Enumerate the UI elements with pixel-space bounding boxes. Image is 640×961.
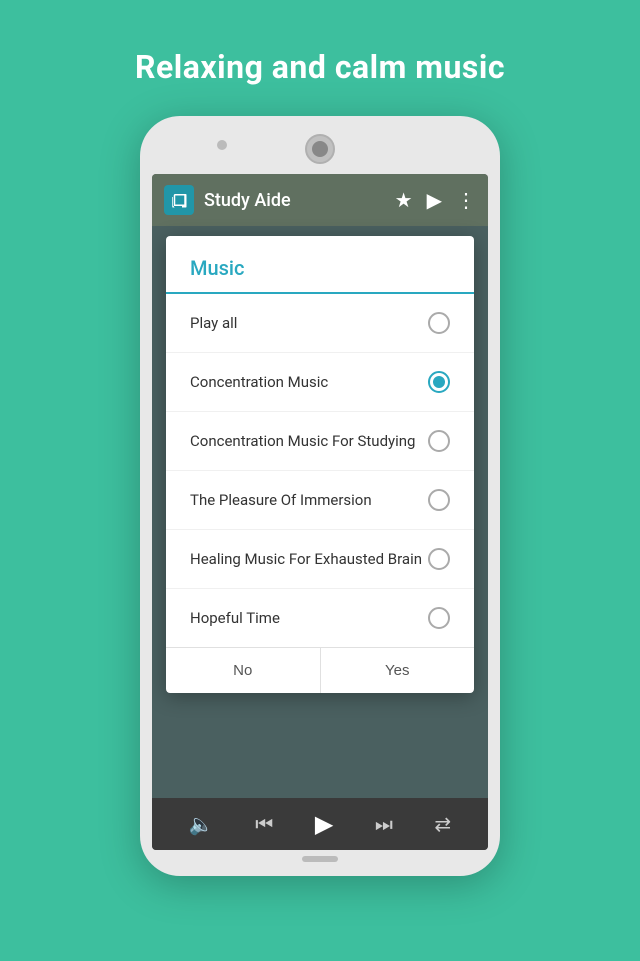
dialog-item[interactable]: Concentration Music xyxy=(166,353,474,412)
dialog-item[interactable]: Concentration Music For Studying xyxy=(166,412,474,471)
radio-button[interactable] xyxy=(428,312,450,334)
book-icon xyxy=(170,191,188,209)
phone-speaker xyxy=(217,140,227,150)
confirm-button[interactable]: Yes xyxy=(321,648,475,693)
shuffle-icon[interactable]: ⇄ xyxy=(434,812,451,836)
play-icon[interactable]: ▶ xyxy=(427,188,442,212)
music-dialog: Music Play all Concentration Music Concent… xyxy=(166,236,474,693)
app-bar-icons: ★ ▶ ⋮ xyxy=(395,188,476,212)
cancel-button[interactable]: No xyxy=(166,648,321,693)
app-title: Study Aide xyxy=(204,190,395,211)
dialog-item-label: The Pleasure Of Immersion xyxy=(190,491,428,509)
dialog-item[interactable]: Healing Music For Exhausted Brain xyxy=(166,530,474,589)
star-icon[interactable]: ★ xyxy=(395,188,413,212)
phone-bottom xyxy=(152,850,488,864)
dialog-item-label: Concentration Music For Studying xyxy=(190,432,428,450)
radio-button[interactable] xyxy=(428,548,450,570)
skip-forward-icon[interactable]: ⏭ xyxy=(375,812,393,836)
player-bar: 🔈 ⏮ ▶ ⏭ ⇄ xyxy=(152,798,488,850)
phone-top-bar xyxy=(152,128,488,174)
dialog-item-label: Play all xyxy=(190,314,428,332)
more-icon[interactable]: ⋮ xyxy=(456,188,476,212)
home-button[interactable] xyxy=(302,856,338,862)
screen-background: Music Play all Concentration Music Concent… xyxy=(152,226,488,798)
play-pause-icon[interactable]: ▶ xyxy=(315,810,333,838)
dialog-list[interactable]: Play all Concentration Music Concentration… xyxy=(166,294,474,647)
volume-icon[interactable]: 🔈 xyxy=(189,812,214,836)
radio-button[interactable] xyxy=(428,489,450,511)
skip-back-icon[interactable]: ⏮ xyxy=(255,812,273,836)
dialog-buttons: No Yes xyxy=(166,647,474,693)
app-logo xyxy=(164,185,194,215)
radio-button[interactable] xyxy=(428,607,450,629)
dialog-item[interactable]: Hopeful Time xyxy=(166,589,474,647)
app-bar: Study Aide ★ ▶ ⋮ xyxy=(152,174,488,226)
phone-shell: Study Aide ★ ▶ ⋮ Music Play all Concentra… xyxy=(140,116,500,876)
dialog-item-label: Concentration Music xyxy=(190,373,428,391)
page-headline: Relaxing and calm music xyxy=(135,48,505,86)
dialog-title: Music xyxy=(166,236,474,294)
phone-screen: Study Aide ★ ▶ ⋮ Music Play all Concentra… xyxy=(152,174,488,850)
dialog-item-label: Hopeful Time xyxy=(190,609,428,627)
dialog-item[interactable]: Play all xyxy=(166,294,474,353)
radio-button[interactable] xyxy=(428,430,450,452)
phone-camera-inner xyxy=(312,141,328,157)
radio-button[interactable] xyxy=(428,371,450,393)
dialog-item[interactable]: The Pleasure Of Immersion xyxy=(166,471,474,530)
phone-camera xyxy=(305,134,335,164)
dialog-item-label: Healing Music For Exhausted Brain xyxy=(190,550,428,568)
